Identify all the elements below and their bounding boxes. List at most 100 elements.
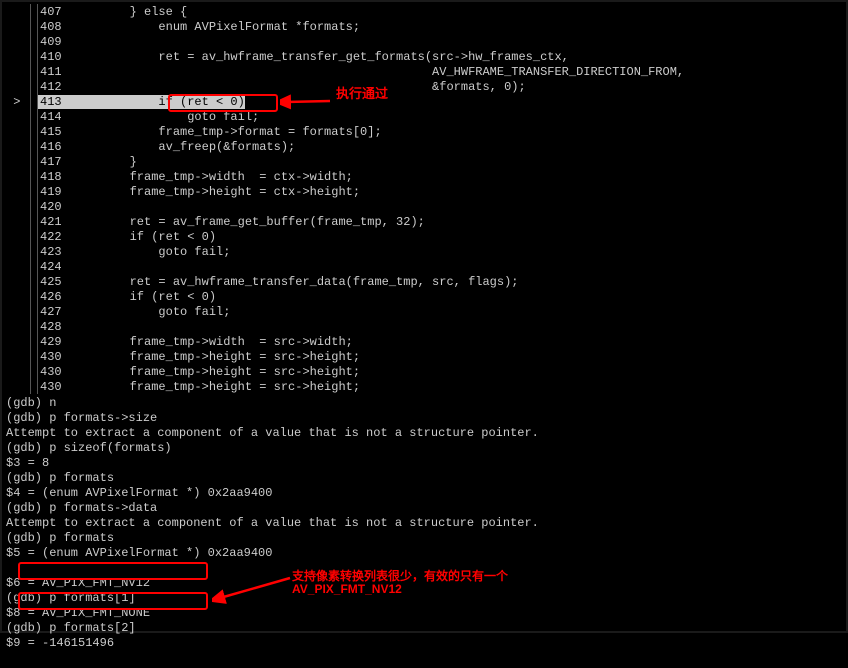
line-number: 411 (38, 65, 72, 79)
gutter-border (30, 169, 38, 184)
source-line: 416 av_freep(&formats); (6, 139, 842, 154)
gutter-border (30, 184, 38, 199)
source-line: 424 (6, 259, 842, 274)
gutter-border (30, 64, 38, 79)
source-text: enum AVPixelFormat *formats; (72, 20, 842, 34)
source-text: frame_tmp->format = formats[0]; (72, 125, 842, 139)
gutter-border (30, 109, 38, 124)
gutter-border (30, 94, 38, 109)
gutter-border (30, 244, 38, 259)
line-number: 425 (38, 275, 72, 289)
line-number: 408 (38, 20, 72, 34)
line-number: 419 (38, 185, 72, 199)
gdb-output-line: (gdb) p formats (6, 471, 842, 486)
exec-arrow-gutter (6, 65, 30, 79)
line-number: 415 (38, 125, 72, 139)
source-line: 418 frame_tmp->width = ctx->width; (6, 169, 842, 184)
gutter-border (30, 259, 38, 274)
gutter-border (30, 19, 38, 34)
exec-arrow-gutter (6, 365, 30, 379)
line-number: 416 (38, 140, 72, 154)
annotation-top: 执行通过 (336, 83, 388, 102)
line-number: 427 (38, 305, 72, 319)
source-line: 425 ret = av_hwframe_transfer_data(frame… (6, 274, 842, 289)
source-line: 426 if (ret < 0) (6, 289, 842, 304)
line-number: 417 (38, 155, 72, 169)
exec-arrow-gutter (6, 305, 30, 319)
exec-arrow-gutter (6, 5, 30, 19)
source-text: frame_tmp->height = src->height; (72, 350, 842, 364)
exec-arrow-gutter (6, 260, 30, 274)
exec-arrow-gutter (6, 185, 30, 199)
gdb-output-line: $8 = AV_PIX_FMT_NONE (6, 606, 842, 621)
line-number: 420 (38, 200, 72, 214)
source-line: 430 frame_tmp->height = src->height; (6, 349, 842, 364)
source-text: frame_tmp->width = ctx->width; (72, 170, 842, 184)
exec-arrow-gutter (6, 155, 30, 169)
line-number: 424 (38, 260, 72, 274)
source-text: av_freep(&formats); (72, 140, 842, 154)
gutter-border (30, 124, 38, 139)
exec-arrow-gutter (6, 245, 30, 259)
line-number: 423 (38, 245, 72, 259)
source-code-area: 407 } else { 408 enum AVPixelFormat *for… (6, 4, 842, 394)
line-number: 409 (38, 35, 72, 49)
exec-arrow-gutter (6, 140, 30, 154)
exec-arrow-gutter (6, 350, 30, 364)
source-text: goto fail; (72, 110, 842, 124)
gdb-output-line: (gdb) p sizeof(formats) (6, 441, 842, 456)
gdb-output-line: $5 = (enum AVPixelFormat *) 0x2aa9400 (6, 546, 842, 561)
gdb-output-line: (gdb) p formats[2] (6, 621, 842, 636)
source-line-current: >413 if (ret < 0) (6, 94, 842, 109)
gutter-border (30, 334, 38, 349)
gutter-border (30, 304, 38, 319)
source-text: frame_tmp->height = src->height; (72, 365, 842, 379)
source-text: frame_tmp->height = src->height; (72, 380, 842, 394)
gutter-border (30, 364, 38, 379)
source-line: 411 AV_HWFRAME_TRANSFER_DIRECTION_FROM, (6, 64, 842, 79)
exec-arrow-gutter (6, 275, 30, 289)
gdb-output-line: (gdb) p formats (6, 531, 842, 546)
source-text: ret = av_hwframe_transfer_data(frame_tmp… (72, 275, 842, 289)
source-line: 430 frame_tmp->height = src->height; (6, 364, 842, 379)
gutter-border (30, 79, 38, 94)
source-line: 417 } (6, 154, 842, 169)
gdb-output-line: Attempt to extract a component of a valu… (6, 516, 842, 531)
gdb-output-line (6, 651, 842, 666)
source-line: 419 frame_tmp->height = ctx->height; (6, 184, 842, 199)
source-line: 412 &formats, 0); (6, 79, 842, 94)
line-number: 430 (38, 365, 72, 379)
arrow-top (280, 94, 332, 112)
gdb-output-line: (gdb) n (6, 396, 842, 411)
source-line: 409 (6, 34, 842, 49)
source-text: if (ret < 0) (72, 230, 842, 244)
gdb-console-area[interactable]: (gdb) n(gdb) p formats->sizeAttempt to e… (6, 396, 842, 666)
gutter-border (30, 289, 38, 304)
source-text: if (ret < 0) (72, 95, 842, 109)
line-number: 418 (38, 170, 72, 184)
annotation-bottom-line2: AV_PIX_FMT_NV12 (292, 582, 402, 596)
source-text: goto fail; (72, 305, 842, 319)
gutter-border (30, 49, 38, 64)
exec-arrow-gutter (6, 110, 30, 124)
source-line: 414 goto fail; (6, 109, 842, 124)
gutter-border (30, 229, 38, 244)
source-line: 430 frame_tmp->height = src->height; (6, 379, 842, 394)
source-text: &formats, 0); (72, 80, 842, 94)
source-line: 428 (6, 319, 842, 334)
gutter-border (30, 154, 38, 169)
source-line: 415 frame_tmp->format = formats[0]; (6, 124, 842, 139)
exec-arrow-gutter (6, 380, 30, 394)
exec-arrow-gutter (6, 35, 30, 49)
line-number: 429 (38, 335, 72, 349)
gutter-border (30, 379, 38, 394)
exec-arrow-gutter (6, 20, 30, 34)
line-number: 410 (38, 50, 72, 64)
line-number: 413 (38, 95, 72, 109)
exec-arrow-gutter: > (6, 95, 30, 109)
gutter-border (30, 34, 38, 49)
gutter-border (30, 199, 38, 214)
gdb-output-line: Attempt to extract a component of a valu… (6, 426, 842, 441)
line-number: 412 (38, 80, 72, 94)
exec-arrow-gutter (6, 125, 30, 139)
